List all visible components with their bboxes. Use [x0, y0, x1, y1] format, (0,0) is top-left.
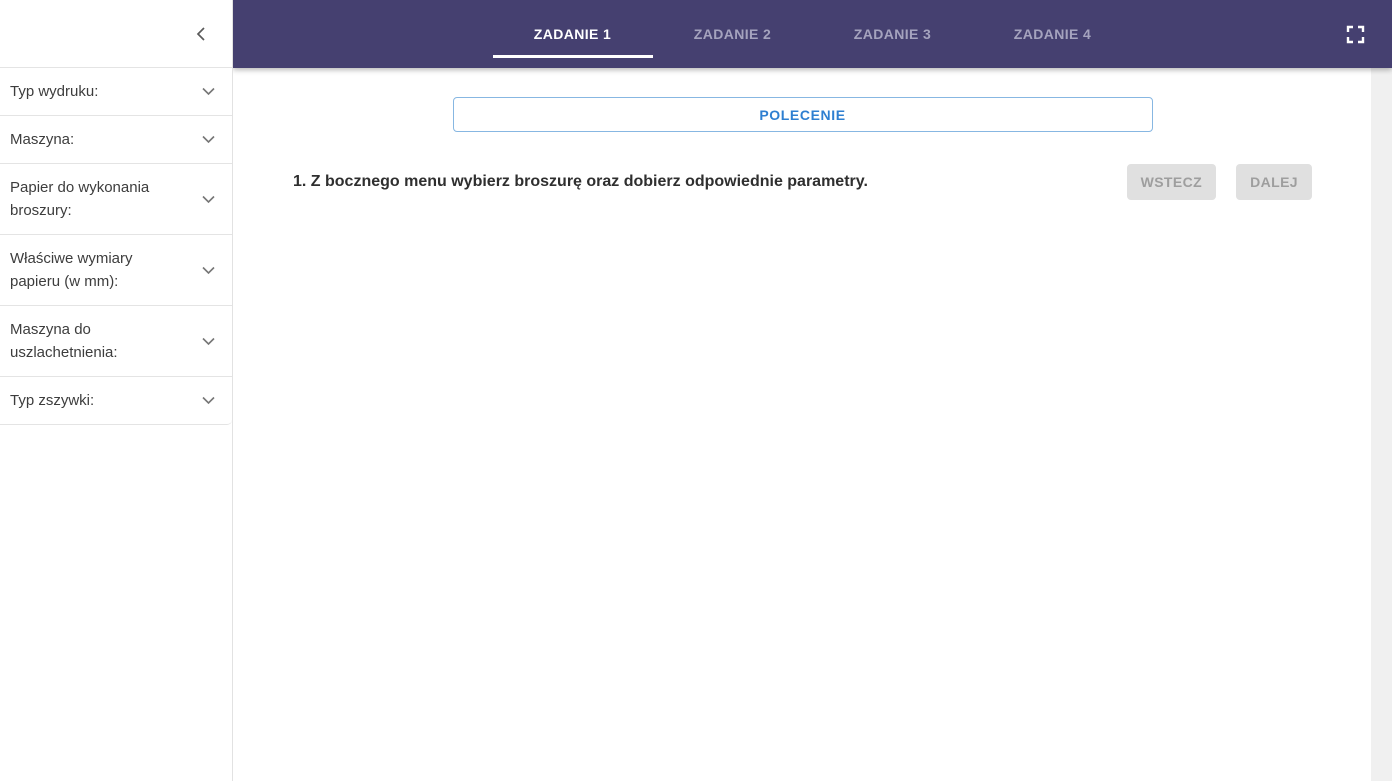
accordion-item-typ-zszywki[interactable]: Typ zszywki:: [0, 377, 232, 425]
chevron-down-icon: [202, 396, 215, 405]
accordion-item-papier-broszury[interactable]: Papier do wykonania broszury:: [0, 164, 232, 235]
vertical-scrollbar[interactable]: [1371, 68, 1392, 781]
accordion-item-maszyna[interactable]: Maszyna:: [0, 116, 232, 164]
wizard-nav-buttons: WSTECZ DALEJ: [1126, 164, 1312, 200]
chevron-down-icon: [202, 266, 215, 275]
accordion-item-wymiary-papieru[interactable]: Właściwe wymiary papieru (w mm):: [0, 235, 232, 306]
accordion-item-label: Typ wydruku:: [10, 83, 99, 100]
fullscreen-icon: [1346, 25, 1365, 44]
accordion-item-label: Papier do wykonania broszury:: [10, 179, 150, 219]
top-nav-bar: ZADANIE 1 ZADANIE 2 ZADANIE 3 ZADANIE 4: [233, 0, 1392, 68]
sidebar-header: [0, 0, 232, 68]
tab-zadanie-3[interactable]: ZADANIE 3: [813, 0, 973, 68]
sidebar: Typ wydruku: Maszyna: Papier do wykonani…: [0, 0, 233, 781]
back-button[interactable]: WSTECZ: [1126, 164, 1217, 200]
chevron-down-icon: [202, 135, 215, 144]
tab-zadanie-2[interactable]: ZADANIE 2: [653, 0, 813, 68]
chevron-down-icon: [202, 337, 215, 346]
accordion-item-label: Maszyna do uszlachetnienia:: [10, 321, 118, 361]
fullscreen-button[interactable]: [1342, 21, 1368, 47]
parameter-accordion: Typ wydruku: Maszyna: Papier do wykonani…: [0, 68, 232, 425]
chevron-down-icon: [202, 87, 215, 96]
task-tabs: ZADANIE 1 ZADANIE 2 ZADANIE 3 ZADANIE 4: [492, 0, 1133, 68]
next-button[interactable]: DALEJ: [1236, 164, 1312, 200]
accordion-item-label: Właściwe wymiary papieru (w mm):: [10, 250, 133, 290]
chevron-down-icon: [202, 195, 215, 204]
chevron-left-icon: [195, 26, 207, 42]
tab-zadanie-1[interactable]: ZADANIE 1: [492, 0, 653, 68]
accordion-item-label: Maszyna:: [10, 131, 75, 148]
accordion-item-typ-wydruku[interactable]: Typ wydruku:: [0, 68, 232, 116]
tab-zadanie-4[interactable]: ZADANIE 4: [973, 0, 1133, 68]
accordion-item-maszyna-uszlachetnienia[interactable]: Maszyna do uszlachetnienia:: [0, 306, 232, 377]
accordion-item-label: Typ zszywki:: [10, 392, 95, 409]
polecenie-panel[interactable]: POLECENIE: [452, 97, 1153, 132]
instruction-row: 1. Z bocznego menu wybierz broszurę oraz…: [234, 164, 1371, 200]
polecenie-panel-label: POLECENIE: [759, 106, 846, 123]
main-content: POLECENIE 1. Z bocznego menu wybierz bro…: [234, 68, 1371, 781]
instruction-text: 1. Z bocznego menu wybierz broszurę oraz…: [293, 173, 868, 190]
sidebar-collapse-button[interactable]: [192, 25, 210, 43]
